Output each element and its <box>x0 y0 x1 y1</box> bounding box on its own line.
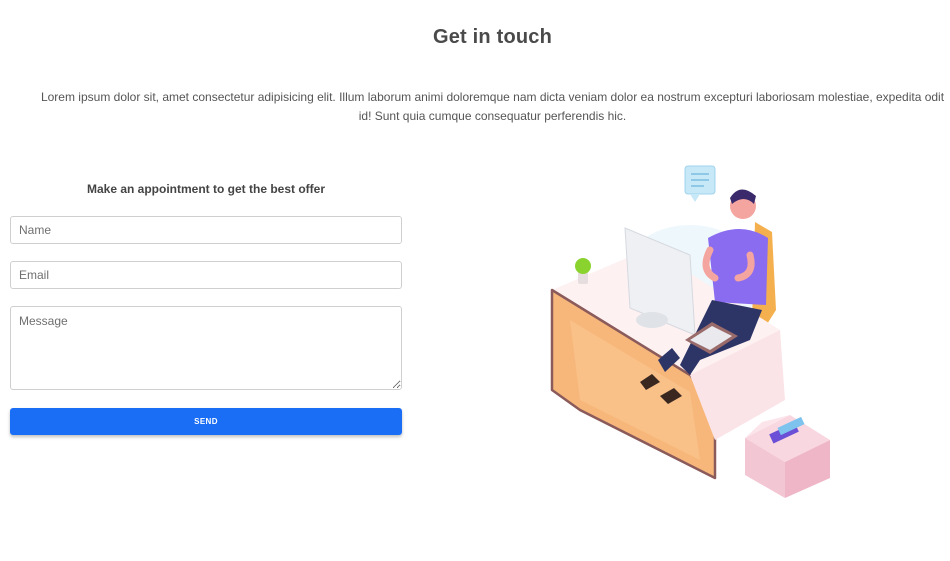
workspace-illustration <box>550 165 830 498</box>
box-icon <box>745 415 830 498</box>
contact-page: Get in touch Lorem ipsum dolor sit, amet… <box>0 0 950 561</box>
name-input[interactable] <box>10 216 402 244</box>
message-textarea[interactable] <box>10 306 402 390</box>
email-input[interactable] <box>10 261 402 289</box>
send-button[interactable]: SEND <box>10 408 402 435</box>
page-title: Get in touch <box>432 26 553 48</box>
form-heading: Make an appointment to get the best offe… <box>86 182 326 196</box>
intro-text: Lorem ipsum dolor sit, amet consectetur … <box>40 90 945 123</box>
chat-bubble-icon <box>684 165 716 202</box>
appointment-form: Make an appointment to get the best offe… <box>10 182 402 435</box>
